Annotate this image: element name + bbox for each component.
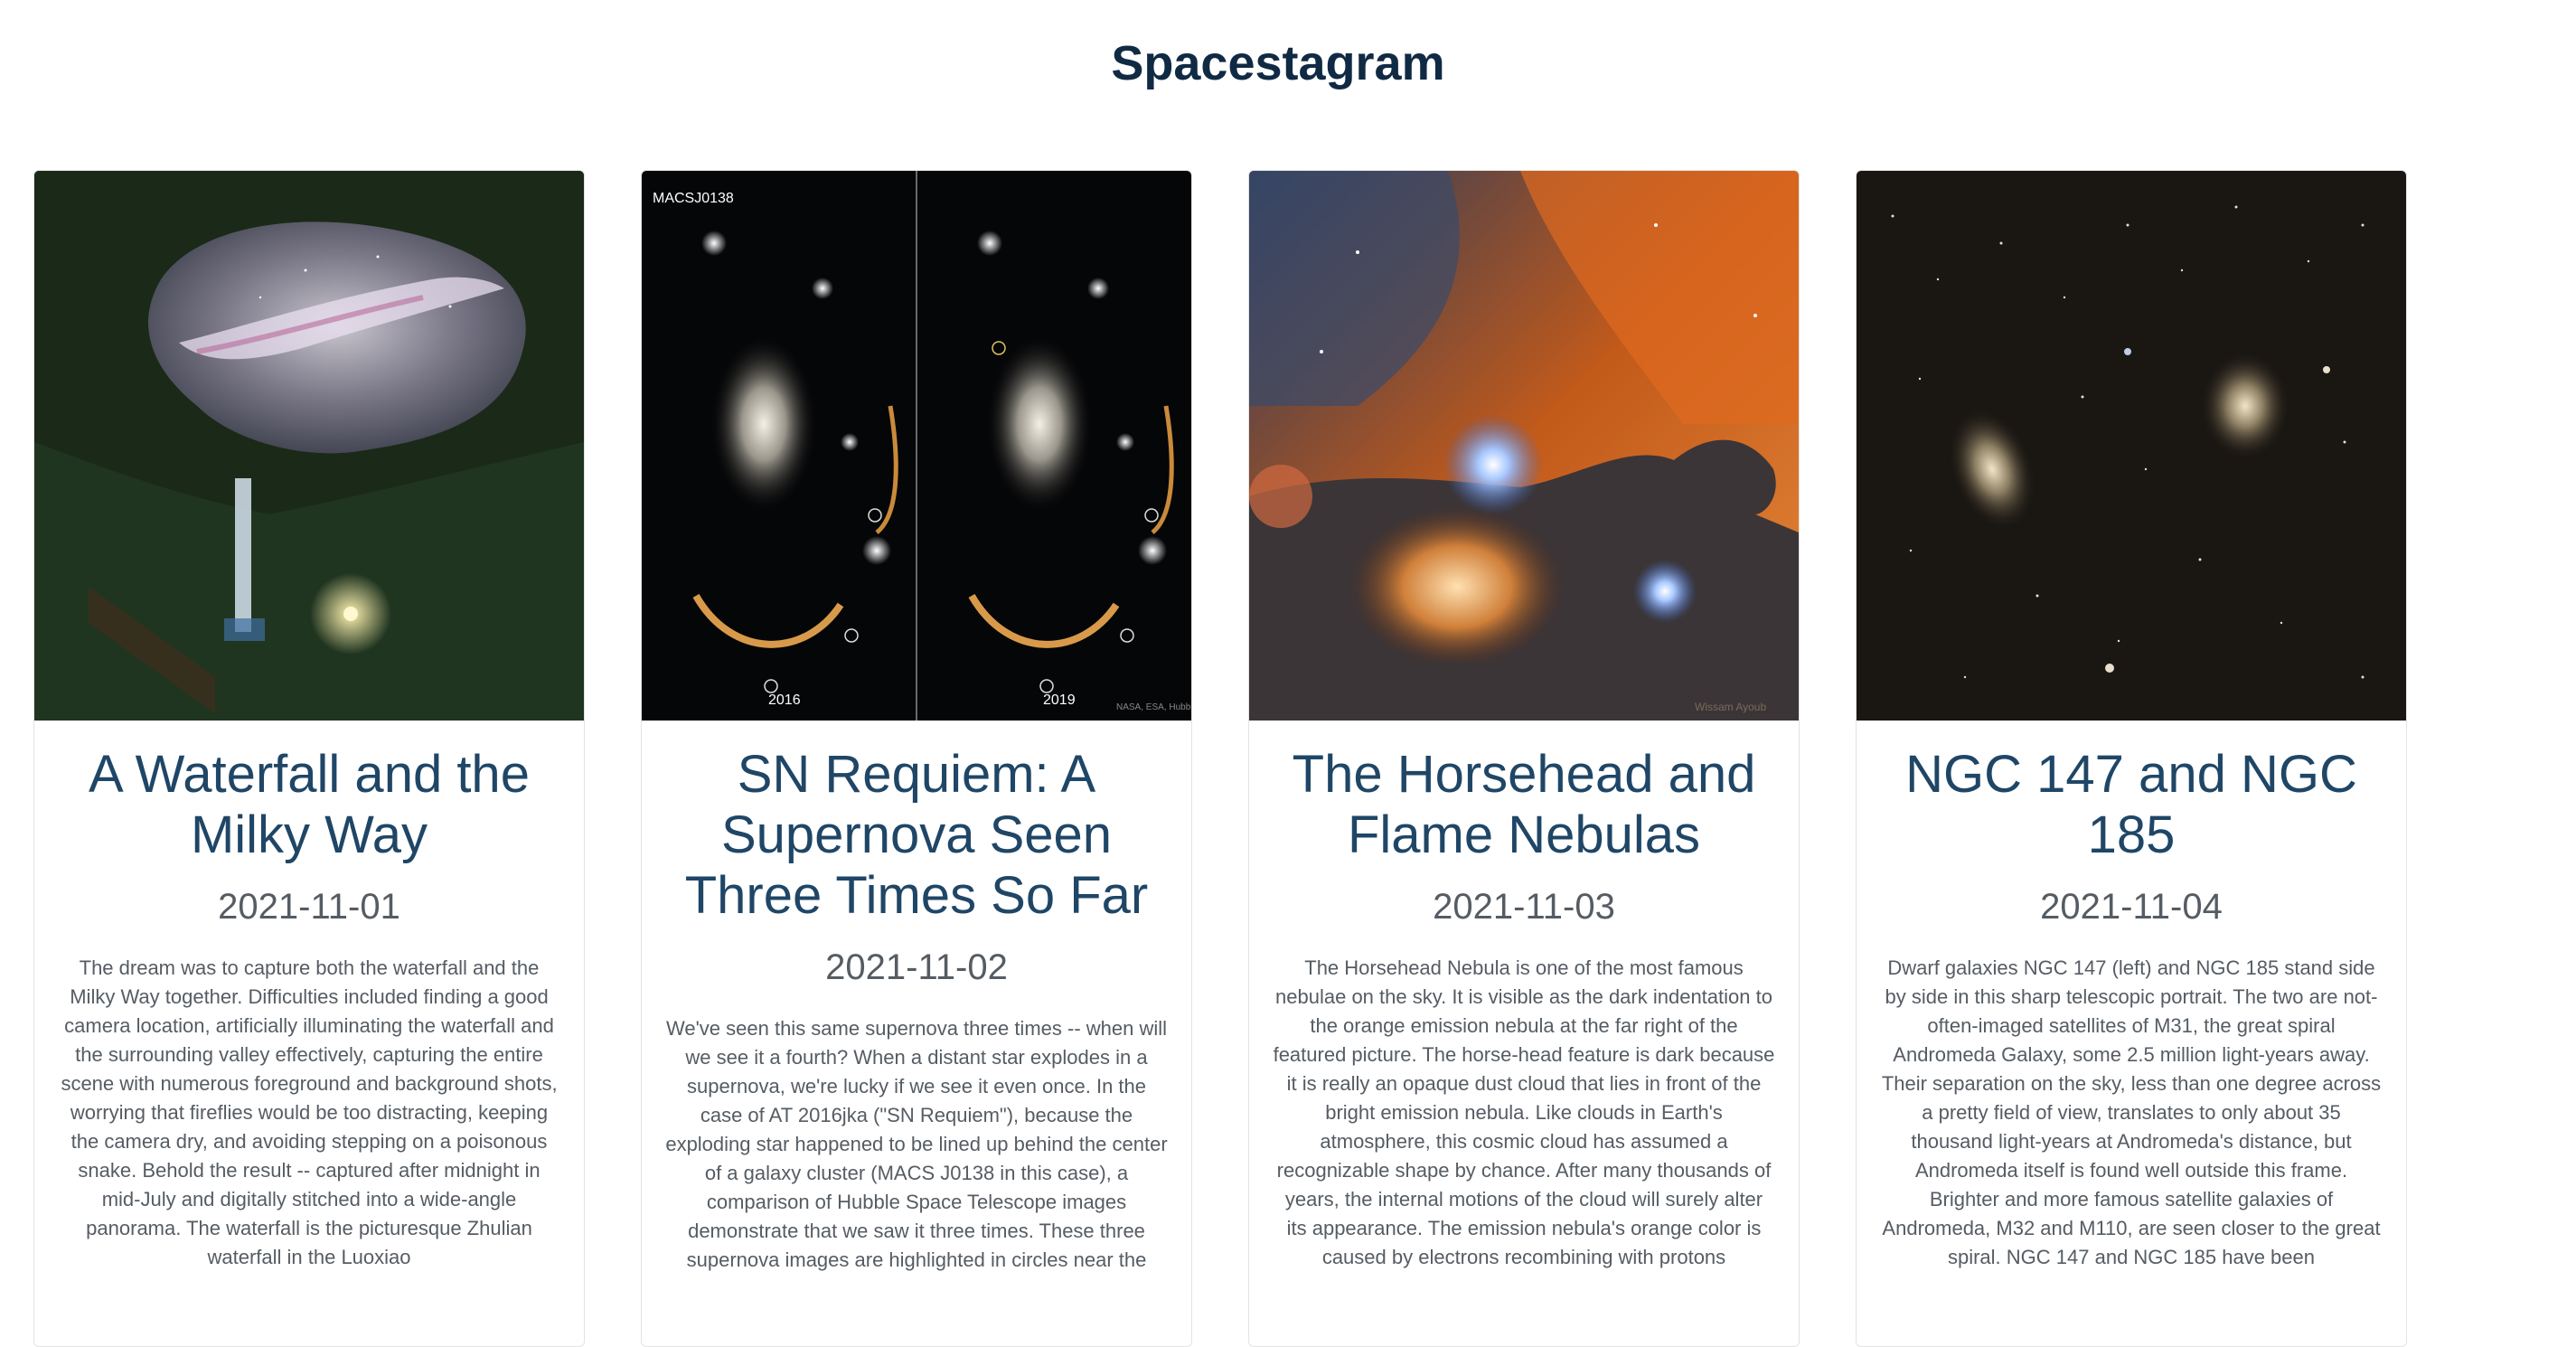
post-image[interactable]: [34, 171, 584, 721]
post-description: The dream was to capture both the waterf…: [61, 956, 558, 1268]
post-card: A Waterfall and the Milky Way 2021-11-01…: [33, 170, 585, 1347]
image-credit: Wissam Ayoub: [1695, 701, 1766, 713]
dwarf-galaxies-photo: [1857, 171, 2406, 721]
post-title: SN Requiem: A Supernova Seen Three Times…: [684, 745, 1149, 925]
supernova-comparison-photo: MACSJ0138 2016 2019 NASA, ESA, Hubble: [642, 171, 1191, 721]
image-year-label: 2016: [768, 692, 801, 708]
waterfall-milky-way-photo: [34, 171, 584, 721]
post-image[interactable]: MACSJ0138 2016 2019 NASA, ESA, Hubble: [642, 171, 1191, 721]
post-date: 2021-11-01: [218, 887, 400, 927]
page-title: Spacestagram: [1111, 36, 1445, 90]
post-description: Dwarf galaxies NGC 147 (left) and NGC 18…: [1881, 956, 2382, 1268]
post-body: A Waterfall and the Milky Way 2021-11-01…: [34, 721, 584, 1272]
post-date: 2021-11-04: [2040, 887, 2223, 927]
post-description: The Horsehead Nebula is one of the most …: [1273, 956, 1775, 1268]
image-credit: NASA, ESA, Hubble: [1116, 702, 1191, 712]
image-year-label: 2019: [1043, 692, 1076, 708]
post-title: NGC 147 and NGC 185: [1905, 745, 2357, 864]
post-card: NGC 147 and NGC 185 2021-11-04 Dwarf gal…: [1856, 170, 2407, 1347]
post-card: MACSJ0138 2016 2019 NASA, ESA, Hubble SN…: [641, 170, 1192, 1347]
post-body: The Horsehead and Flame Nebulas 2021-11-…: [1249, 721, 1799, 1272]
post-card: Wissam Ayoub The Horsehead and Flame Neb…: [1248, 170, 1800, 1347]
image-corner-label: MACSJ0138: [653, 191, 734, 206]
horsehead-nebula-photo: Wissam Ayoub: [1249, 171, 1799, 721]
post-title: A Waterfall and the Milky Way: [89, 745, 530, 864]
post-date: 2021-11-02: [825, 947, 1008, 987]
post-description: We've seen this same supernova three tim…: [665, 1017, 1168, 1271]
post-body: SN Requiem: A Supernova Seen Three Times…: [642, 721, 1191, 1275]
post-image[interactable]: Wissam Ayoub: [1249, 171, 1799, 721]
post-body: NGC 147 and NGC 185 2021-11-04 Dwarf gal…: [1857, 721, 2406, 1272]
post-date: 2021-11-03: [1433, 887, 1615, 927]
post-title: The Horsehead and Flame Nebulas: [1292, 745, 1756, 864]
post-image[interactable]: [1857, 171, 2406, 721]
